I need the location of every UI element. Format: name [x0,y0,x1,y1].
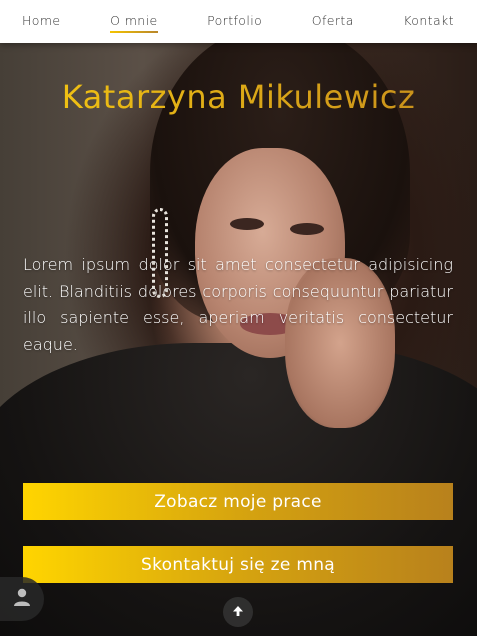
top-navigation: Home O mnie Portfolio Oferta Kontakt [0,0,477,43]
nav-item-oferta[interactable]: Oferta [312,13,354,31]
nav-item-portfolio[interactable]: Portfolio [207,13,262,31]
portfolio-button[interactable]: Zobacz moje prace [23,483,453,520]
scroll-to-top-button[interactable] [223,597,253,627]
arrow-up-icon [231,603,245,622]
hero-title: Katarzyna Mikulewicz [0,78,477,116]
nav-item-home[interactable]: Home [22,13,61,31]
nav-item-o-mnie[interactable]: O mnie [110,13,159,33]
hero-photo-eye [290,223,324,235]
hero-lead-text: Lorem ipsum dolor sit amet consectetur a… [23,255,453,354]
contact-button[interactable]: Skontaktuj się ze mną [23,546,453,583]
user-icon [12,587,32,611]
nav-item-kontakt[interactable]: Kontakt [403,13,454,31]
hero-photo-eye [230,218,264,230]
user-widget-button[interactable] [0,577,44,621]
